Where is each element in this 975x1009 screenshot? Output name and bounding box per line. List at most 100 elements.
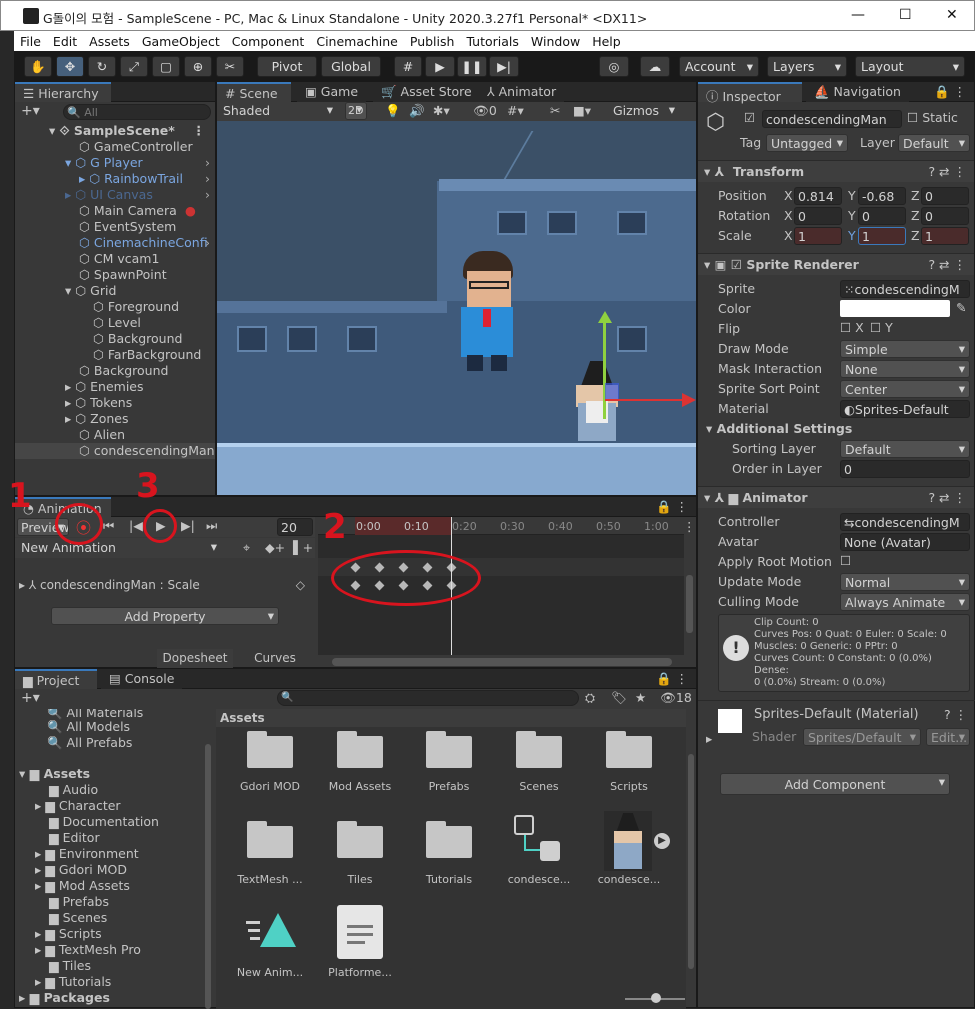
active-checkbox[interactable]: ☑ xyxy=(744,110,755,125)
list-item[interactable]: ⬡ Level xyxy=(15,315,215,331)
sprite-field[interactable]: ⁙condescendingM xyxy=(840,280,970,298)
mask-dropdown[interactable]: None xyxy=(840,360,970,378)
list-item[interactable]: ⬡ Alien xyxy=(15,427,215,443)
layers-dropdown[interactable]: Layers ▾ xyxy=(767,56,847,77)
root-motion-checkbox[interactable]: ☐ xyxy=(840,553,851,568)
hidden-packages-count[interactable]: 👁18 xyxy=(660,690,692,706)
timeline-menu-icon[interactable]: ⋮ xyxy=(683,519,696,534)
panel-menu-icon[interactable]: 🔒 ⋮ xyxy=(934,84,966,100)
clip-dropdown[interactable]: New Animation xyxy=(17,539,221,557)
folder-item[interactable]: ▸ ▆ Tutorials xyxy=(15,974,215,990)
property-row[interactable]: ▸ ⅄ condescendingMan : Scale ◇ xyxy=(19,578,309,594)
zoom-slider-handle[interactable] xyxy=(651,993,661,1003)
expand-sprite-button[interactable]: ▶ xyxy=(654,833,670,849)
list-item[interactable]: ▸ ⬡ Tokens xyxy=(15,395,215,411)
favorite-item[interactable]: 🔍 All Prefabs xyxy=(15,735,215,751)
tab-project[interactable]: ▆ Project xyxy=(15,669,97,689)
play-button[interactable]: ▶ xyxy=(425,56,455,77)
object-name-field[interactable]: condescendingMan xyxy=(762,110,902,128)
list-item-selected[interactable]: ⬡ condescendingMan xyxy=(15,443,215,459)
audio-icon[interactable]: 🔊 xyxy=(409,103,425,119)
step-button[interactable]: ▶| xyxy=(489,56,519,77)
animator-header[interactable]: ▾ ⅄ ▆ Animator? ⇄ ⋮ xyxy=(698,486,974,508)
effects-icon[interactable]: ✱▾ xyxy=(433,103,450,118)
tab-scene[interactable]: # Scene xyxy=(217,82,291,102)
add-component-button[interactable]: Add Component xyxy=(720,773,950,795)
scene-viewport[interactable] xyxy=(217,121,696,495)
list-item[interactable]: ▾ ⬡ G Player › xyxy=(15,155,215,171)
lighting-icon[interactable]: 💡 xyxy=(385,103,401,119)
menu-publish[interactable]: Publish xyxy=(404,34,461,49)
last-key-button[interactable]: ⏭ xyxy=(206,518,217,534)
move-tool-button[interactable]: ✥ xyxy=(56,56,84,77)
rect-tool-button[interactable]: ▢ xyxy=(152,56,180,77)
material-menu-icon[interactable]: ? ⋮ xyxy=(944,707,967,722)
list-item[interactable]: ▾ ⬡ Grid xyxy=(15,283,215,299)
folder-item[interactable]: ▆ Editor xyxy=(15,830,215,846)
folder-item[interactable]: ▆ Scenes xyxy=(15,910,215,926)
list-item[interactable]: ⬡ CM vcam1 xyxy=(15,251,215,267)
folder-icon[interactable] xyxy=(335,821,385,859)
tab-game[interactable]: ▣ Game xyxy=(297,82,367,102)
list-item[interactable]: ⬡ Background xyxy=(15,331,215,347)
global-toggle[interactable]: Global xyxy=(321,56,381,77)
hierarchy-search-input[interactable]: 🔍 All xyxy=(63,104,211,120)
folder-icon[interactable] xyxy=(604,731,654,769)
shader-dropdown[interactable]: Sprites/Default xyxy=(803,728,921,746)
position-x-field[interactable]: 0.814 xyxy=(794,187,842,205)
grid-icon[interactable]: #▾ xyxy=(507,103,524,118)
folder-item[interactable]: ▸ ▆ Scripts xyxy=(15,926,215,942)
favorite-item[interactable]: 🔍 All Models xyxy=(15,719,215,735)
flip-y-checkbox[interactable]: ☐ Y xyxy=(870,320,893,335)
move-gizmo-x-axis[interactable] xyxy=(605,399,687,401)
tab-animator[interactable]: ⅄ Animator xyxy=(479,82,565,102)
list-item[interactable]: ⬡ GameController xyxy=(15,139,215,155)
folder-item[interactable]: ▸ ▆ TextMesh Pro xyxy=(15,942,215,958)
tab-hierarchy[interactable]: ☰ Hierarchy xyxy=(15,82,111,102)
controller-field[interactable]: ⇆condescendingM xyxy=(840,513,970,531)
assets-scrollbar[interactable] xyxy=(688,754,694,969)
draw-mode-dropdown[interactable]: Simple xyxy=(840,340,970,358)
list-item[interactable]: ▸ ⬡ Zones xyxy=(15,411,215,427)
menu-gameobject[interactable]: GameObject xyxy=(136,34,226,49)
eyedropper-icon[interactable]: ✎ xyxy=(956,300,966,315)
curves-tab[interactable]: Curves xyxy=(237,649,313,669)
custom-tool-button[interactable]: ✂ xyxy=(216,56,244,77)
timeline-vscroll[interactable] xyxy=(686,575,693,633)
folder-item[interactable]: ▸ ▆ Gdori MOD xyxy=(15,862,215,878)
flip-x-checkbox[interactable]: ☐ X xyxy=(840,320,864,335)
layout-dropdown[interactable]: Layout ▾ xyxy=(855,56,965,77)
list-item[interactable]: ⬡ Background xyxy=(15,363,215,379)
list-item[interactable]: ⬡ FarBackground xyxy=(15,347,215,363)
material-foldout[interactable]: ▸ xyxy=(706,731,712,746)
panel-menu-icon[interactable]: 🔒 ⋮ xyxy=(656,671,688,687)
layer-dropdown[interactable]: Default xyxy=(898,134,970,152)
material-field[interactable]: ◐Sprites-Default xyxy=(840,400,970,418)
move-gizmo-center[interactable] xyxy=(605,383,619,399)
hierarchy-add-button[interactable]: +▾ xyxy=(21,103,40,119)
order-field[interactable]: 0 xyxy=(840,460,970,478)
grid-snap-button[interactable]: # xyxy=(394,56,422,77)
transform-tool-button[interactable]: ⊕ xyxy=(184,56,212,77)
packages-root[interactable]: ▸ ▆ Packages xyxy=(15,990,215,1006)
list-item[interactable]: ⬡ Main Camera ● xyxy=(15,203,215,219)
list-item[interactable]: ▸ ⬡ Enemies xyxy=(15,379,215,395)
first-key-button[interactable]: ⏮ xyxy=(103,518,114,534)
move-gizmo-y-arrow[interactable] xyxy=(598,311,612,323)
prev-key-button[interactable]: |◀ xyxy=(129,518,143,533)
position-z-field[interactable]: 0 xyxy=(921,187,969,205)
pivot-toggle[interactable]: Pivot xyxy=(257,56,317,77)
sort-point-dropdown[interactable]: Center xyxy=(840,380,970,398)
account-dropdown[interactable]: Account ▾ xyxy=(679,56,759,77)
move-gizmo-x-arrow[interactable] xyxy=(682,393,696,407)
folder-item[interactable]: ▆ Audio xyxy=(15,782,215,798)
scale-y-field[interactable]: 1 xyxy=(858,227,906,245)
tab-inspector[interactable]: ⓘ Inspector xyxy=(698,82,802,104)
tab-navigation[interactable]: ⛵ Navigation xyxy=(806,82,909,102)
folder-item[interactable]: ▸ ▆ Environment xyxy=(15,846,215,862)
next-key-button[interactable]: ▶| xyxy=(181,518,195,533)
list-item[interactable]: ▸ ⬡ UI Canvas › xyxy=(15,187,215,203)
collab-icon[interactable]: ◎ xyxy=(599,56,629,77)
animator-controller-icon[interactable] xyxy=(514,815,564,865)
menu-tutorials[interactable]: Tutorials xyxy=(460,34,524,49)
